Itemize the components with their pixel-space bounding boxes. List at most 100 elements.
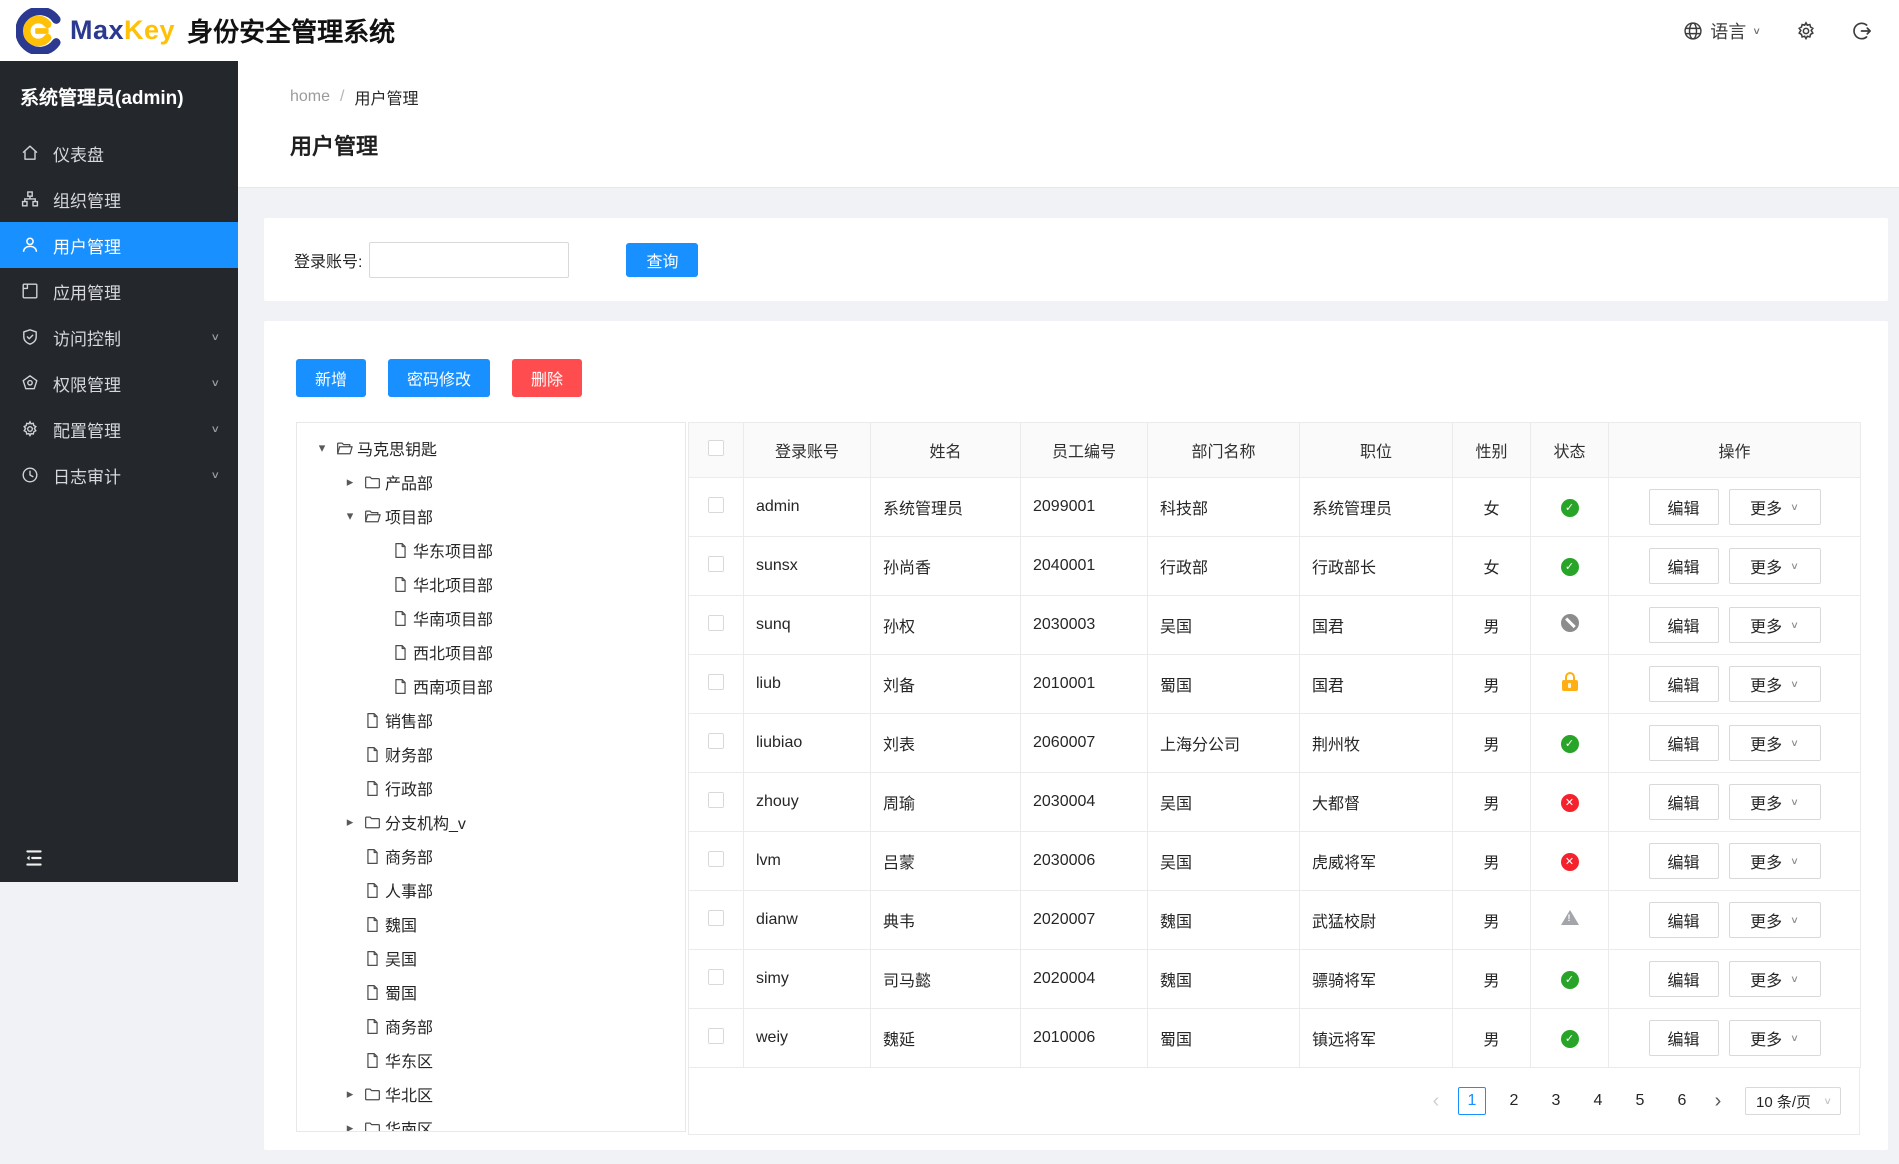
row-checkbox[interactable]	[708, 614, 724, 631]
tree-node[interactable]: 商务部	[297, 1009, 685, 1043]
login-account-input[interactable]	[369, 241, 570, 278]
sidebar-item-clock[interactable]: 日志审计 ∨	[0, 452, 238, 498]
query-button[interactable]: 查询	[626, 242, 699, 277]
more-button[interactable]: 更多 ∨	[1728, 489, 1821, 525]
row-checkbox[interactable]	[708, 1027, 724, 1044]
row-checkbox[interactable]	[708, 968, 724, 985]
language-switch[interactable]: 语言 ∨	[1682, 18, 1761, 44]
caret-right-icon[interactable]: ▸	[337, 814, 363, 830]
edit-button[interactable]: 编辑	[1648, 961, 1719, 997]
delete-button[interactable]: 删除	[512, 359, 583, 397]
sidebar-item-org[interactable]: 组织管理	[0, 176, 238, 222]
tree-node[interactable]: ▾ 项目部	[297, 499, 685, 533]
tree-node[interactable]: 商务部	[297, 839, 685, 873]
cell-account: simy	[743, 949, 871, 1009]
row-checkbox[interactable]	[708, 555, 724, 572]
row-checkbox[interactable]	[708, 909, 724, 926]
tree-node[interactable]: 蜀国	[297, 975, 685, 1009]
pagination-page-5[interactable]: 5	[1626, 1087, 1654, 1115]
status-inactive-icon: ✕	[1560, 852, 1579, 871]
modify-password-button[interactable]: 密码修改	[388, 359, 491, 397]
sidebar-item-user[interactable]: 用户管理	[0, 222, 238, 268]
cell-emp-no: 2010001	[1020, 654, 1148, 714]
tree-node[interactable]: ▸ 分支机构_v	[297, 805, 685, 839]
pagination-page-2[interactable]: 2	[1500, 1087, 1528, 1115]
more-button[interactable]: 更多 ∨	[1728, 843, 1821, 879]
row-checkbox[interactable]	[708, 791, 724, 808]
settings-gear-icon[interactable]	[1795, 20, 1817, 42]
tree-node[interactable]: ▾ 马克思钥匙	[297, 431, 685, 465]
more-button[interactable]: 更多 ∨	[1728, 725, 1821, 761]
edit-button[interactable]: 编辑	[1648, 725, 1719, 761]
more-button[interactable]: 更多 ∨	[1728, 607, 1821, 643]
edit-button[interactable]: 编辑	[1648, 784, 1719, 820]
caret-down-icon[interactable]: ▾	[337, 508, 363, 524]
tree-node[interactable]: 华东项目部	[297, 533, 685, 567]
edit-button[interactable]: 编辑	[1648, 548, 1719, 584]
caret-right-icon[interactable]: ▸	[337, 1120, 363, 1131]
tree-node[interactable]: 吴国	[297, 941, 685, 975]
pagination-page-1[interactable]: 1	[1458, 1087, 1486, 1115]
breadcrumb-home-link[interactable]: home	[290, 88, 330, 106]
row-action-buttons: 编辑 更多 ∨	[1609, 666, 1860, 702]
tree-node[interactable]: 华北项目部	[297, 567, 685, 601]
more-button[interactable]: 更多 ∨	[1728, 961, 1821, 997]
select-all-checkbox[interactable]	[708, 439, 724, 456]
caret-down-icon[interactable]: ▾	[309, 440, 335, 456]
tree-node[interactable]: 财务部	[297, 737, 685, 771]
tree-node[interactable]: ▸ 华南区	[297, 1111, 685, 1131]
more-button[interactable]: 更多 ∨	[1728, 902, 1821, 938]
sidebar-item-gear[interactable]: 配置管理 ∨	[0, 406, 238, 452]
more-button[interactable]: 更多 ∨	[1728, 548, 1821, 584]
pagination-page-4[interactable]: 4	[1584, 1087, 1612, 1115]
row-checkbox[interactable]	[708, 673, 724, 690]
tree-node[interactable]: 华南项目部	[297, 601, 685, 635]
add-button[interactable]: 新增	[296, 359, 367, 397]
cell-actions: 编辑 更多 ∨	[1608, 713, 1861, 773]
sidebar-item-app[interactable]: 应用管理	[0, 268, 238, 314]
tree-node[interactable]: 销售部	[297, 703, 685, 737]
tree-node[interactable]: 西北项目部	[297, 635, 685, 669]
tree-node[interactable]: 人事部	[297, 873, 685, 907]
edit-button[interactable]: 编辑	[1648, 489, 1719, 525]
pagination-page-3[interactable]: 3	[1542, 1087, 1570, 1115]
row-checkbox[interactable]	[708, 732, 724, 749]
caret-right-icon[interactable]: ▸	[337, 1086, 363, 1102]
row-action-buttons: 编辑 更多 ∨	[1609, 902, 1860, 938]
edit-button[interactable]: 编辑	[1648, 902, 1719, 938]
edit-button[interactable]: 编辑	[1648, 666, 1719, 702]
cell-account: weiy	[743, 1008, 871, 1068]
logout-icon[interactable]	[1851, 20, 1873, 42]
page-size-select[interactable]: 10 条/页 ∨	[1745, 1087, 1841, 1115]
tree-node[interactable]: 行政部	[297, 771, 685, 805]
cell-status: ✕	[1530, 831, 1609, 891]
sidebar-item-shield[interactable]: 访问控制 ∨	[0, 314, 238, 360]
tree-node[interactable]: 魏国	[297, 907, 685, 941]
row-checkbox[interactable]	[708, 496, 724, 513]
org-icon	[20, 189, 40, 209]
cell-dept: 蜀国	[1147, 1008, 1300, 1068]
sidebar-item-dashboard[interactable]: 仪表盘	[0, 130, 238, 176]
edit-button[interactable]: 编辑	[1648, 607, 1719, 643]
chevron-down-icon: ∨	[1790, 1032, 1799, 1044]
chevron-down-icon: ∨	[1752, 24, 1761, 37]
more-button[interactable]: 更多 ∨	[1728, 666, 1821, 702]
gear-icon	[20, 419, 40, 439]
row-action-buttons: 编辑 更多 ∨	[1609, 843, 1860, 879]
edit-button[interactable]: 编辑	[1648, 843, 1719, 879]
tree-node[interactable]: ▸ 华北区	[297, 1077, 685, 1111]
pagination-next-button[interactable]: ›	[1707, 1091, 1729, 1111]
pagination-page-6[interactable]: 6	[1668, 1087, 1696, 1115]
row-checkbox[interactable]	[708, 850, 724, 867]
tree-node[interactable]: ▸ 产品部	[297, 465, 685, 499]
table-row: weiy 魏延 2010006 蜀国 镇远将军男 ✓ 编辑 更多 ∨	[688, 1008, 1861, 1068]
tree-node[interactable]: 华东区	[297, 1043, 685, 1077]
sidebar-item-gem[interactable]: 权限管理 ∨	[0, 360, 238, 406]
menu-fold-icon[interactable]	[22, 846, 46, 870]
edit-button[interactable]: 编辑	[1648, 1020, 1719, 1056]
more-button[interactable]: 更多 ∨	[1728, 1020, 1821, 1056]
toolbar: 新增 密码修改 删除	[296, 359, 1860, 397]
tree-node[interactable]: 西南项目部	[297, 669, 685, 703]
caret-right-icon[interactable]: ▸	[337, 474, 363, 490]
more-button[interactable]: 更多 ∨	[1728, 784, 1821, 820]
